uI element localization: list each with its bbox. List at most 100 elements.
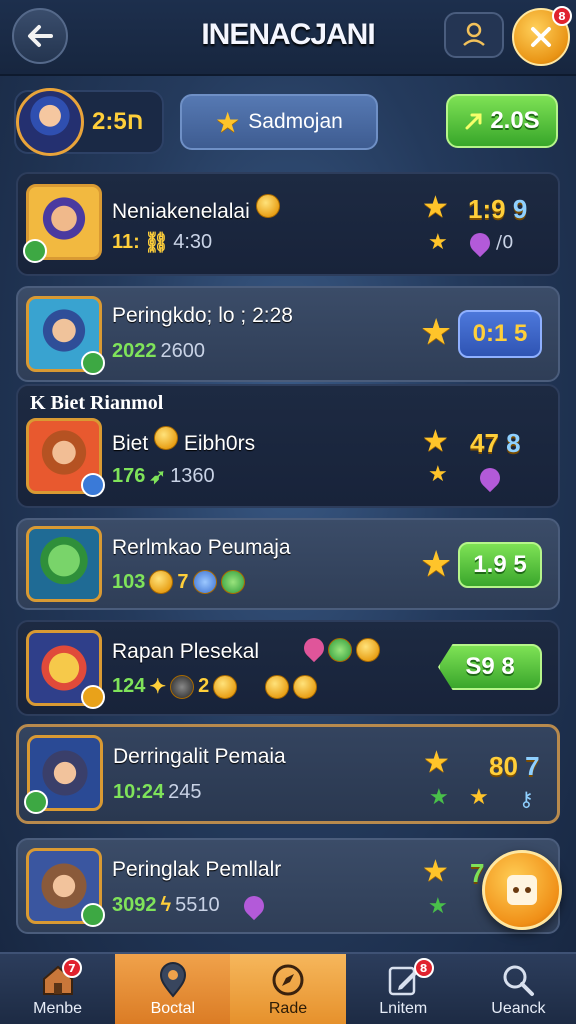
rank-icon xyxy=(23,239,47,263)
shield-icon xyxy=(81,473,105,497)
nav-label: Boctal xyxy=(150,1000,196,1017)
coin-stack-icon xyxy=(356,638,380,662)
player-avatar xyxy=(16,88,84,156)
player-stats: 3092 ϟ 5510 xyxy=(112,891,268,920)
green-action-button[interactable]: 2.0S xyxy=(446,94,558,148)
avatar xyxy=(26,848,105,927)
bottom-nav: Menbe 7 Boctal Rade Lnitem 8 Ueanck xyxy=(0,952,576,1024)
star-icon: ★ xyxy=(429,785,449,810)
clover-icon xyxy=(220,570,245,594)
score-pill[interactable]: 1.9 5 xyxy=(458,542,542,588)
lightning-icon: ϟ xyxy=(160,894,172,916)
avatar xyxy=(26,296,105,375)
reward-icons xyxy=(299,633,380,663)
list-item[interactable]: K Biet Rianmol Biet Eibh0rs 176 ➶ 1360 ★… xyxy=(16,384,560,508)
cat-icon: ✦ xyxy=(149,676,167,698)
link-icon: ⛓ xyxy=(143,232,170,254)
player-name: Neniakenelalai xyxy=(112,194,280,224)
back-button[interactable] xyxy=(12,8,68,64)
star-badge-icon xyxy=(24,790,48,814)
star-icon: ★ xyxy=(420,544,453,585)
score-pill[interactable]: S9 8 xyxy=(438,644,542,690)
extra-stat: /0 xyxy=(465,228,514,257)
player-stats: 176 ➶ 1360 xyxy=(112,465,215,488)
star-icon: ★ xyxy=(422,190,449,225)
star-icon: ★ xyxy=(420,312,453,353)
gem-icon xyxy=(475,463,505,493)
gem-icon xyxy=(465,228,495,257)
bomb-icon xyxy=(170,674,195,699)
nav-item-social[interactable]: Boctal xyxy=(115,954,231,1024)
score-pill[interactable]: 0:1 5 xyxy=(458,310,542,358)
player-name: Rapan Plesekal xyxy=(112,640,260,663)
star-icon: ★ xyxy=(215,106,241,138)
list-item[interactable]: Rerlmkao Peumaja 103 7 ★ 1.9 5 xyxy=(16,518,560,610)
star-icon: ★ xyxy=(422,854,449,889)
coin-icon xyxy=(149,570,174,594)
score: 47 8 xyxy=(470,428,521,458)
user-icon xyxy=(463,22,485,46)
center-action-button[interactable]: ★ Sadmojan xyxy=(180,94,378,150)
avatar xyxy=(26,630,105,709)
avatar xyxy=(24,735,103,814)
star-icon: ★ xyxy=(469,785,489,810)
star-icon: ★ xyxy=(422,424,449,459)
coin-icon xyxy=(255,194,280,218)
gem-icon xyxy=(239,891,268,920)
player-name: Peringlak Pemllalr xyxy=(112,858,282,881)
clover-icon xyxy=(328,638,352,662)
list-item[interactable]: Rapan Plesekal 124 ✦ 2 S9 8 xyxy=(16,620,560,716)
player-name: Rerlmkao Peumaja xyxy=(112,536,291,559)
list-item[interactable]: Derringalit Pemaia 10:24 245 ★ ★ ★ 80 7 … xyxy=(16,724,560,824)
center-button-label: Sadmojan xyxy=(248,110,343,133)
player-name: Derringalit Pemaia xyxy=(113,745,286,768)
section-label: K Biet Rianmol xyxy=(30,392,164,414)
nav-label: Ueanck xyxy=(491,1000,546,1017)
gold-bar-icon xyxy=(213,674,238,699)
notification-badge: 7 xyxy=(62,958,82,978)
list-item[interactable]: Peringlak Pemllalr 3092 ϟ 5510 ★ ★ 7 xyxy=(16,838,560,934)
score: 1:9 9 xyxy=(468,194,528,224)
player-score: 2:5ח xyxy=(92,108,144,135)
close-button[interactable]: 8 xyxy=(512,6,572,66)
player-stats: 103 7 xyxy=(112,570,245,594)
compass-icon xyxy=(272,964,304,996)
nav-item-search[interactable]: Ueanck xyxy=(461,954,576,1024)
list-item[interactable]: Peringkdo; lo ; 2:28 2022 2600 ★ 0:1 5 xyxy=(16,286,560,382)
nav-label: Menbe xyxy=(33,1000,83,1017)
nav-item-menu[interactable]: Menbe 7 xyxy=(0,954,115,1024)
avatar xyxy=(26,418,105,497)
coin-stack-icon xyxy=(293,674,318,699)
orb-icon xyxy=(192,570,217,594)
dice-icon xyxy=(507,875,537,905)
notification-badge: 8 xyxy=(552,6,572,26)
close-icon xyxy=(531,27,551,47)
key-icon: ⚷ xyxy=(519,787,534,811)
list-item[interactable]: Neniakenelalai 11: ⛓ 4:30 ★ ★ 1:9 9 /0 xyxy=(16,172,560,276)
nav-item-trade[interactable]: Rade xyxy=(230,954,346,1024)
plus-icon xyxy=(81,351,105,375)
player-stats: 124 ✦ 2 xyxy=(112,674,318,699)
player-summary[interactable]: 2:5ח xyxy=(14,88,164,156)
notification-badge: 8 xyxy=(413,958,434,978)
plus-icon xyxy=(81,903,105,927)
avatar xyxy=(26,526,102,602)
profile-button[interactable] xyxy=(444,12,504,58)
star-icon: ★ xyxy=(428,894,448,919)
coin-icon xyxy=(154,426,179,450)
player-name: Peringkdo; lo ; 2:28 xyxy=(112,304,293,327)
top-bar: INENACJANI 8 xyxy=(0,0,576,76)
location-pin-icon xyxy=(159,962,186,998)
search-icon xyxy=(503,965,535,996)
arrow-up-right-icon xyxy=(465,113,482,130)
green-button-label: 2.0S xyxy=(490,107,540,134)
nav-item-items[interactable]: Lnitem 8 xyxy=(346,954,461,1024)
back-arrow-icon xyxy=(28,25,53,47)
page-title: INENACJANI xyxy=(201,18,375,51)
star-icon: ★ xyxy=(428,462,448,487)
player-name: Biet Eibh0rs xyxy=(112,426,255,456)
gold-icon xyxy=(265,674,290,699)
arrow-icon: ➶ xyxy=(149,466,167,488)
player-stats: 2022 2600 xyxy=(112,340,205,362)
dice-button[interactable] xyxy=(482,850,562,930)
